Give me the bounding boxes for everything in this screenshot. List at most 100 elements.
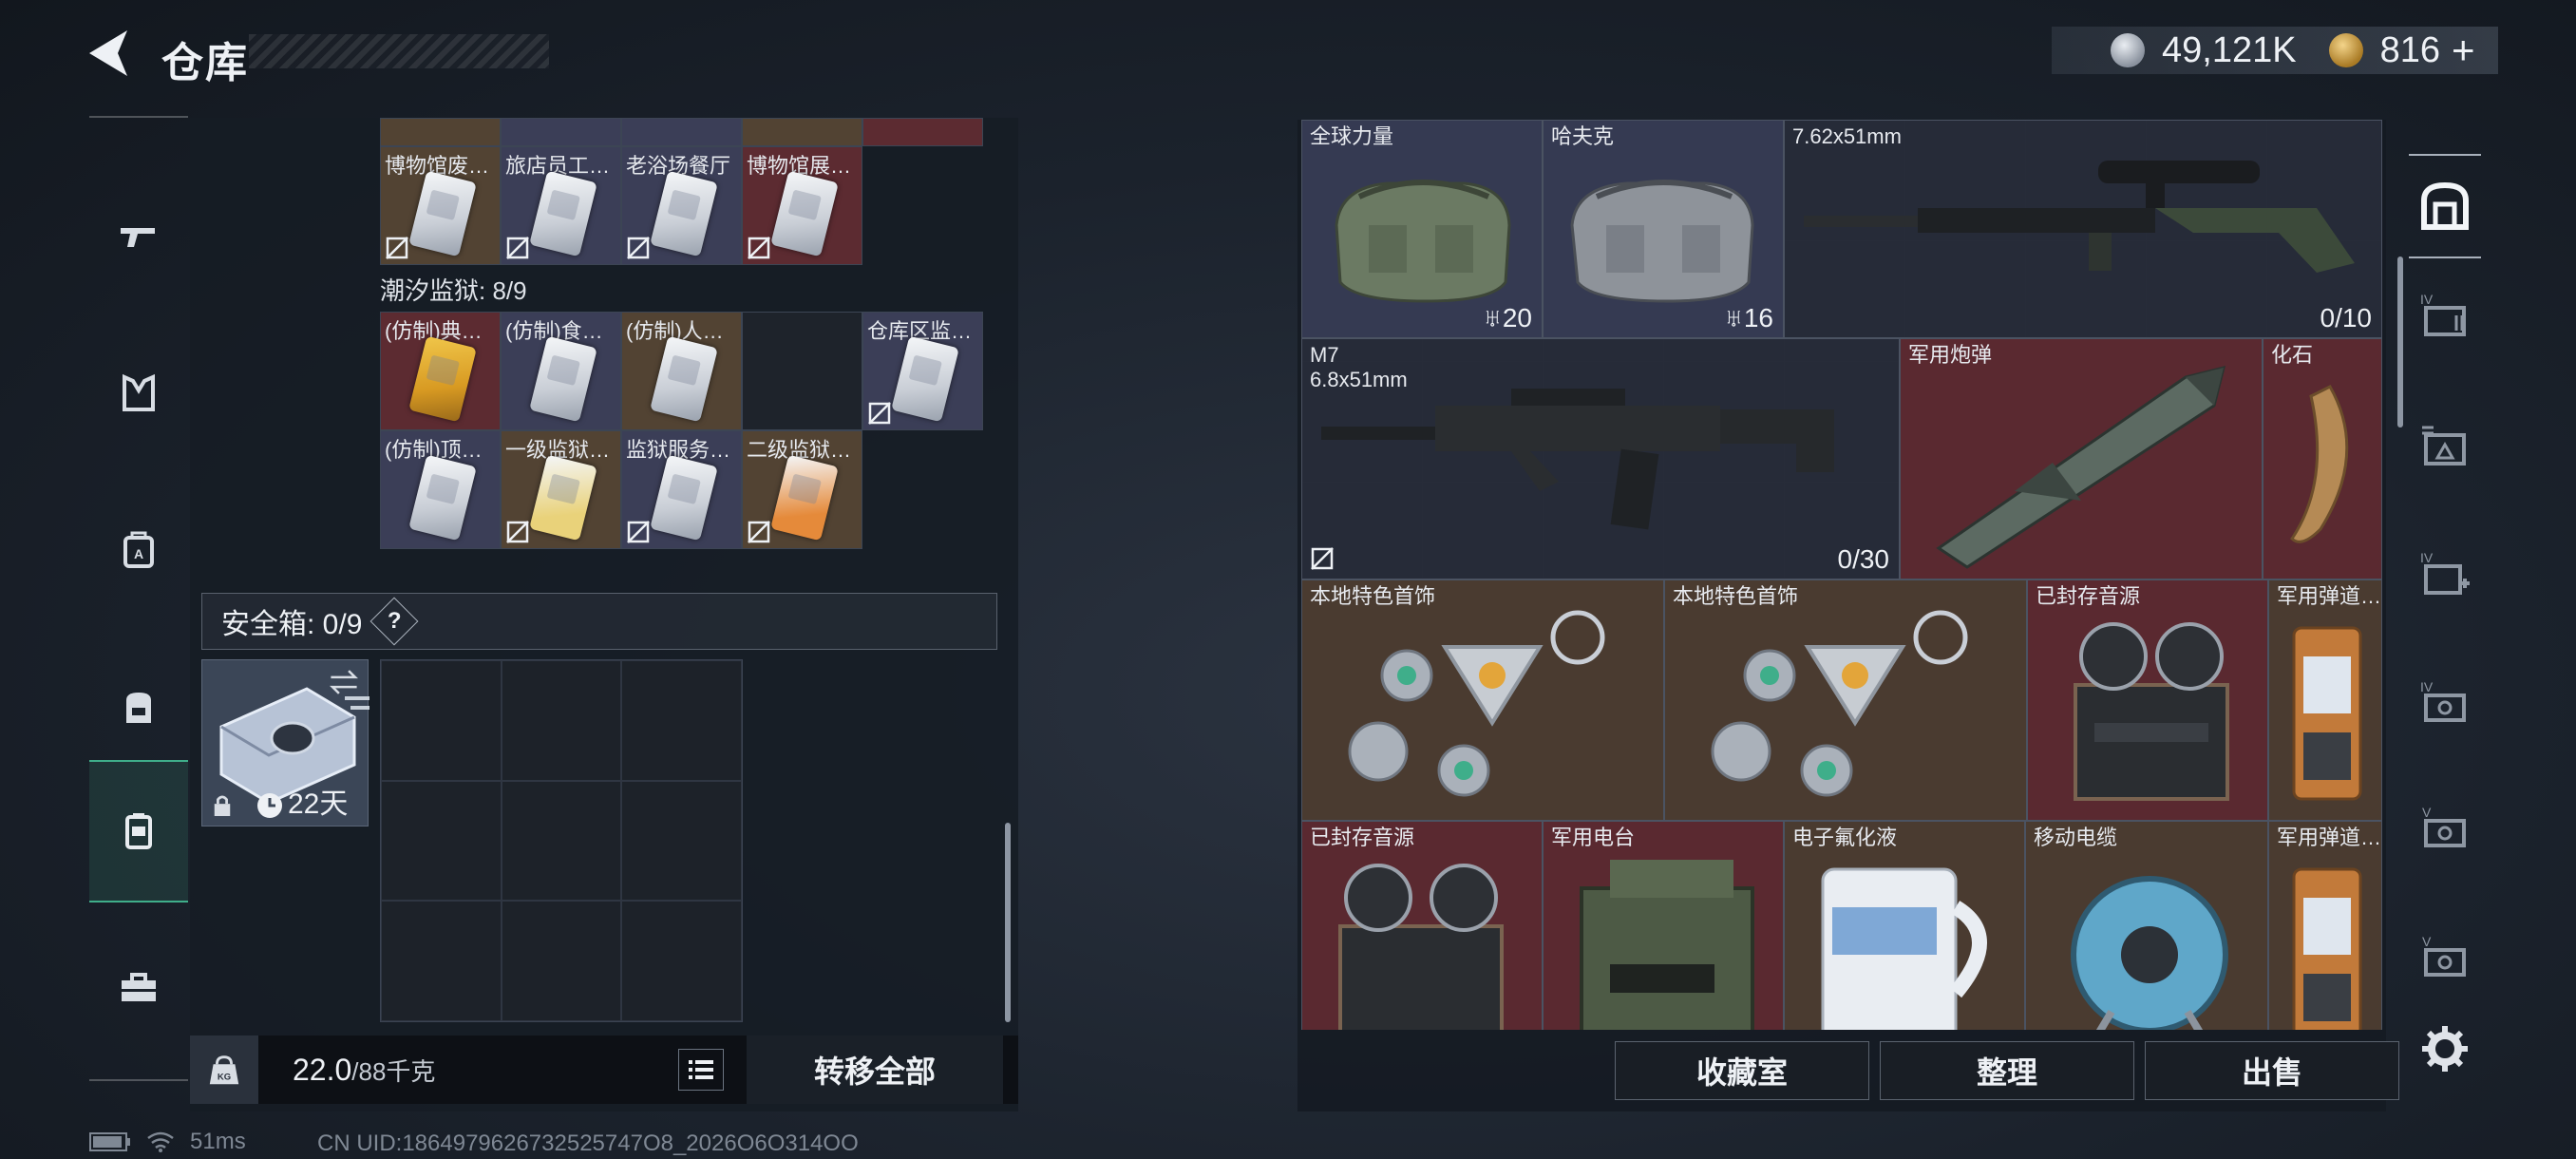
warehouse-item[interactable]: 军用炮弹 <box>1900 338 2263 580</box>
stash-item[interactable]: 一级监狱… <box>501 430 621 549</box>
warehouse-item[interactable]: 军用弹道… <box>2268 580 2382 821</box>
back-button[interactable] <box>84 27 141 80</box>
warehouse-item[interactable]: 化石 <box>2263 338 2382 580</box>
settings-icon <box>2422 1026 2468 1072</box>
nav-case[interactable] <box>89 760 188 902</box>
nav-armor[interactable]: A <box>89 479 188 621</box>
add-currency-button[interactable]: + <box>2452 28 2475 73</box>
stash-item[interactable]: (仿制)顶… <box>380 430 501 549</box>
stash-item[interactable]: (仿制)典… <box>380 312 501 430</box>
stash-item[interactable]: (仿制)人… <box>621 312 742 430</box>
warehouse-item[interactable]: 电子氟化液 <box>1784 821 2025 1030</box>
status-row: 51ms <box>89 1129 246 1155</box>
no-trade-icon <box>386 237 408 259</box>
backpack-icon <box>126 693 151 723</box>
stash-item[interactable]: 仓库区监… <box>862 312 983 430</box>
jewelry-keychain-image <box>1711 610 1968 797</box>
expire-time: 22天 <box>288 788 349 820</box>
warehouse-item[interactable]: 本地特色首饰 <box>1664 580 2027 821</box>
warehouse-item[interactable]: 全球力量 ♅20 <box>1301 120 1543 338</box>
warehouse-scrollbar[interactable] <box>2397 256 2403 428</box>
stash-cell-partial[interactable] <box>501 118 621 146</box>
no-trade-icon <box>748 237 770 259</box>
nav-backpack[interactable] <box>89 636 188 778</box>
warehouse-item[interactable]: 7.62x51mm 0/10 <box>1784 120 2382 338</box>
back-arrow-icon <box>89 30 127 76</box>
list-view-button[interactable] <box>678 1049 724 1091</box>
svg-text:V: V <box>2422 934 2432 949</box>
coin-balance: 49,121K <box>2162 29 2297 70</box>
settings-button[interactable] <box>2409 1011 2481 1087</box>
safe-box-title: 安全箱: 0/9 <box>221 609 363 640</box>
case-icon <box>125 813 152 849</box>
help-button[interactable]: ? <box>369 597 419 646</box>
storage-tab-iv-4[interactable]: IV <box>2409 665 2481 741</box>
nav-weapons[interactable] <box>89 165 188 308</box>
no-trade-icon <box>627 521 650 543</box>
storage-tab-v-2[interactable]: V <box>2409 920 2481 996</box>
page-title: 仓库 <box>161 40 249 86</box>
keycard-image <box>770 170 839 257</box>
stash-item[interactable]: 老浴场餐厅 <box>621 146 742 265</box>
stash-item[interactable]: 博物馆展… <box>742 146 862 265</box>
cable-reel-image <box>2071 876 2228 1030</box>
transfer-all-button[interactable]: 转移全部 <box>747 1036 1003 1104</box>
stash-item[interactable]: (仿制)食… <box>501 312 621 430</box>
storage-iv-2-icon <box>2422 426 2466 466</box>
keycard-image <box>650 170 718 257</box>
coin-icon <box>2111 33 2145 67</box>
fossil-claw-image <box>2290 385 2349 543</box>
stash-cell-partial[interactable] <box>862 118 983 146</box>
grid-capacity-icon: ♅ <box>1723 303 1744 332</box>
empty-slot[interactable] <box>381 901 502 1021</box>
nav-toolbox[interactable] <box>89 916 188 1058</box>
nav-vest[interactable] <box>89 322 188 465</box>
warehouse-item[interactable]: M7 6.8x51mm 0/30 <box>1301 338 1900 580</box>
safe-box-item[interactable]: 22天 <box>201 659 369 826</box>
stash-cell-partial[interactable] <box>380 118 501 146</box>
count-value: 16 <box>1743 303 1773 332</box>
warehouse-item[interactable]: 军用电台 <box>1543 821 1784 1030</box>
empty-slot[interactable] <box>381 660 502 781</box>
stash-item[interactable]: 旅店员工… <box>501 146 621 265</box>
empty-slot[interactable] <box>621 660 742 781</box>
safe-box-header: 安全箱: 0/9 ? <box>201 593 997 650</box>
warehouse-item[interactable]: 已封存音源 <box>1301 821 1543 1030</box>
backpack-armor-icon: A <box>123 531 154 568</box>
empty-slot[interactable] <box>621 780 742 902</box>
stash-scrollbar[interactable] <box>1005 823 1011 1022</box>
prison-section-title: 潮汐监狱: 8/9 <box>380 276 527 305</box>
stash-item[interactable]: 监狱服务… <box>621 430 742 549</box>
empty-slot[interactable] <box>621 901 742 1021</box>
warehouse-item[interactable]: 哈夫克 ♅16 <box>1543 120 1784 338</box>
empty-slot[interactable] <box>501 660 622 781</box>
ammo-count: 0/10 <box>2320 303 2373 332</box>
warehouse-item[interactable]: 已封存音源 <box>2027 580 2268 821</box>
warehouse-item[interactable]: 移动电缆 <box>2025 821 2268 1030</box>
stash-item[interactable]: 二级监狱… <box>742 430 862 549</box>
empty-slot[interactable] <box>501 780 622 902</box>
storage-tab-iv-1[interactable]: IV <box>2409 277 2481 353</box>
storage-tab-iv-2[interactable] <box>2409 407 2481 483</box>
collection-room-button[interactable]: 收藏室 <box>1615 1041 1869 1100</box>
keycard-image <box>408 454 477 542</box>
keycard-image <box>770 454 839 542</box>
empty-slot[interactable] <box>501 901 622 1021</box>
storage-tab-v-1[interactable]: V <box>2409 790 2481 866</box>
warehouse-item[interactable]: 军用弹道… <box>2268 821 2382 1030</box>
stash-cell-partial[interactable] <box>742 118 862 146</box>
empty-slot[interactable] <box>742 312 862 430</box>
keycard-image <box>891 335 959 423</box>
sort-button[interactable]: 整理 <box>1880 1041 2134 1100</box>
stash-cell-partial[interactable] <box>621 118 742 146</box>
weight-icon: KG <box>190 1036 258 1104</box>
stash-item[interactable]: 博物馆废… <box>380 146 501 265</box>
warehouse-item[interactable]: 本地特色首饰 <box>1301 580 1664 821</box>
sniper-rifle-image <box>1804 161 2355 273</box>
no-trade-icon <box>748 521 770 543</box>
storage-tab-iv-3[interactable]: IV <box>2409 536 2481 612</box>
safe-box-grid[interactable] <box>380 659 743 1022</box>
sell-button[interactable]: 出售 <box>2145 1041 2399 1100</box>
warehouse-tab[interactable] <box>2409 154 2481 258</box>
empty-slot[interactable] <box>381 780 502 902</box>
